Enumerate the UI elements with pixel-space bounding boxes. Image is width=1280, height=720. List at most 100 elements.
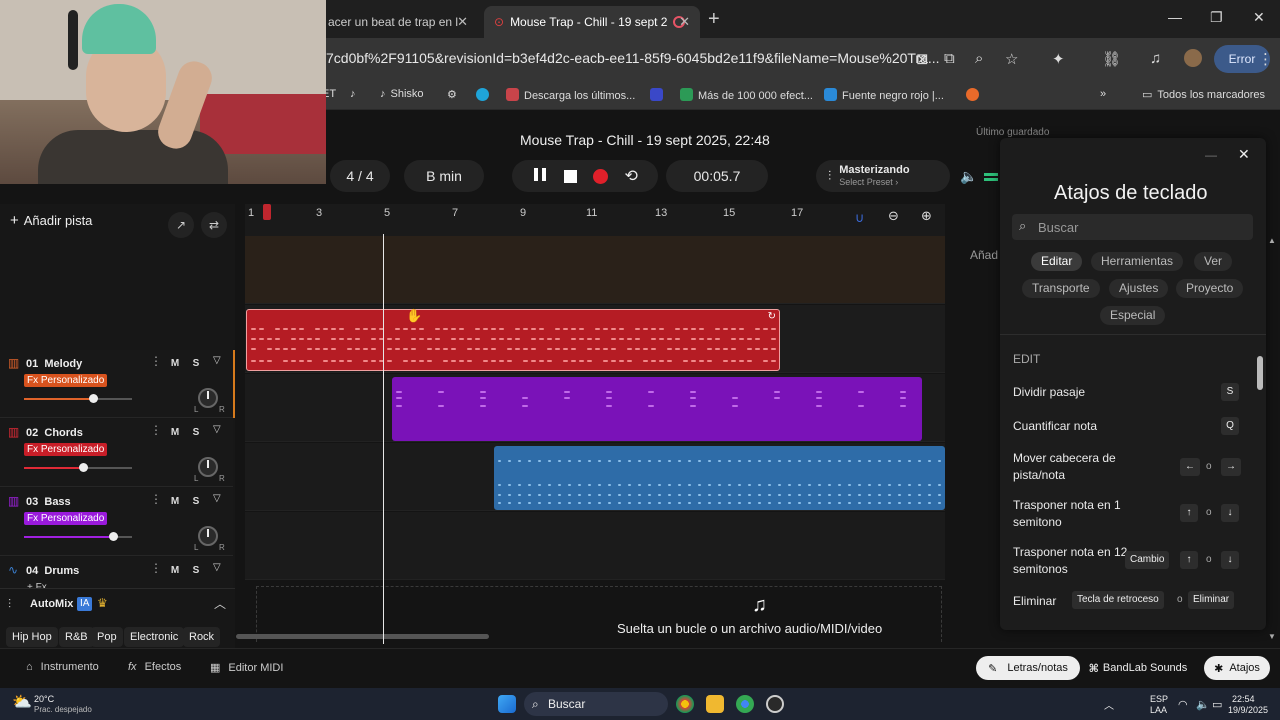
timeline-ruler[interactable]: 1 3 5 7 9 11 13 15 17 ∪ ⊖ ⊕: [245, 204, 945, 236]
shortcuts-search-input[interactable]: [1038, 218, 1238, 236]
url-text[interactable]: 7cd0bf%2F91105&revisionId=b3ef4d2c-eacb-…: [326, 50, 940, 66]
add-track-button[interactable]: + Añadir pista: [10, 212, 92, 229]
tab-editar[interactable]: Editar: [1031, 252, 1083, 271]
solo-button[interactable]: S: [188, 562, 204, 578]
track-name[interactable]: 02 Chords: [26, 427, 83, 439]
chrome-icon[interactable]: [676, 695, 694, 713]
profile-avatar[interactable]: [1184, 49, 1202, 67]
track-menu-icon[interactable]: ⋮: [150, 423, 162, 437]
scroll-down-icon[interactable]: ▼: [1268, 632, 1276, 641]
volume-icon[interactable]: 🔈: [960, 168, 977, 185]
track-name[interactable]: 03 Bass: [26, 496, 71, 508]
midi-editor-tab[interactable]: ▦ Editor MIDI: [210, 661, 283, 674]
solo-button[interactable]: S: [188, 355, 204, 371]
chords-midi-clip[interactable]: ↻: [246, 309, 780, 371]
file-explorer-icon[interactable]: [706, 695, 724, 713]
track-menu-icon[interactable]: ⋮: [150, 492, 162, 506]
browser-tab-mouse-trap[interactable]: ⊙ Mouse Trap - Chill - 19 sept 2 ✕: [484, 6, 700, 38]
mastering-button[interactable]: ⫶ Masterizando Select Preset ›: [816, 160, 950, 192]
lane-voice[interactable]: [245, 512, 945, 580]
tray-chevron-icon[interactable]: ︿: [1104, 697, 1114, 712]
snap-magnet-icon[interactable]: ∪: [855, 210, 865, 226]
automation-icon[interactable]: ↗: [168, 212, 194, 238]
tab-especial[interactable]: Especial: [1100, 306, 1166, 325]
lane-drums[interactable]: [245, 443, 945, 511]
browser-tab-trap-tutorial[interactable]: acer un beat de trap en l ✕: [318, 6, 478, 38]
scroll-up-icon[interactable]: ▲: [1268, 236, 1276, 245]
lane-melody[interactable]: [245, 236, 945, 304]
tab-close-icon[interactable]: ✕: [457, 14, 468, 30]
no-tracking-icon[interactable]: ⊠: [916, 50, 929, 68]
solo-button[interactable]: S: [188, 424, 204, 440]
wifi-icon[interactable]: ◠: [1178, 698, 1188, 711]
loop-icon[interactable]: ⟲: [624, 166, 637, 186]
track-name[interactable]: 01 Melody: [26, 358, 82, 370]
media-control-icon[interactable]: ♫: [1150, 50, 1161, 67]
taskbar-search[interactable]: ⌕ Buscar: [524, 692, 668, 716]
more-bookmarks-icon[interactable]: »: [1100, 88, 1106, 100]
new-tab-icon[interactable]: +: [708, 8, 720, 31]
lyrics-button[interactable]: ✎ Letras/notas: [976, 656, 1080, 680]
extensions-icon[interactable]: ✦: [1052, 50, 1065, 68]
chevron-down-icon[interactable]: ▽: [213, 493, 221, 504]
windows-start-icon[interactable]: [498, 695, 516, 713]
tab-herramientas[interactable]: Herramientas: [1091, 252, 1184, 271]
volume-slider[interactable]: [24, 532, 132, 541]
speaker-icon[interactable]: 🔈: [1196, 698, 1210, 711]
weather-icon[interactable]: ⛅: [12, 692, 32, 712]
keyboard-layout-label[interactable]: LAA: [1150, 705, 1167, 715]
bookmark-star-icon[interactable]: ☆: [1005, 50, 1018, 68]
tab-ver[interactable]: Ver: [1194, 252, 1233, 271]
record-icon[interactable]: [593, 168, 609, 184]
maximize-icon[interactable]: ❐: [1210, 9, 1223, 26]
more-menu-icon[interactable]: ⋮: [1258, 50, 1273, 68]
stop-icon[interactable]: [564, 169, 578, 183]
genre-electronic[interactable]: Electronic: [124, 627, 185, 647]
horizontal-scrollbar[interactable]: [236, 634, 489, 639]
bookmark-item[interactable]: ♪ Shisko: [380, 88, 424, 100]
track-header-chords[interactable]: ▥ 02 Chords Fx Personalizado ⋮ M S ▽ L R: [0, 419, 233, 487]
genre-rnb[interactable]: R&B: [59, 627, 94, 647]
mute-button[interactable]: M: [167, 493, 183, 509]
loop-clip-icon[interactable]: ↻: [768, 311, 776, 322]
shortcuts-scrollbar[interactable]: [1257, 356, 1263, 390]
bookmark-item[interactable]: Fuente negro rojo |...: [824, 88, 944, 102]
track-header-melody[interactable]: ▥ 01 Melody Fx Personalizado ⋮ M S ▽ L R: [0, 350, 235, 418]
canva-bookmark-icon[interactable]: [476, 88, 494, 102]
zoom-in-icon[interactable]: ⊕: [921, 208, 932, 224]
track-menu-icon[interactable]: ⋮: [150, 354, 162, 368]
bass-midi-clip[interactable]: [392, 377, 922, 441]
time-signature[interactable]: 4 / 4: [330, 160, 390, 192]
bookmark-item[interactable]: Descarga los últimos...: [506, 88, 635, 102]
language-label[interactable]: ESP: [1150, 694, 1168, 704]
close-window-icon[interactable]: ✕: [1253, 9, 1265, 26]
track-name[interactable]: 04 Drums: [26, 565, 79, 577]
track-menu-icon[interactable]: ⋮: [150, 561, 162, 575]
genre-pop[interactable]: Pop: [91, 627, 123, 647]
install-app-icon[interactable]: ⧉: [944, 50, 955, 67]
tiktok-bookmark-icon[interactable]: ♪: [350, 88, 356, 100]
chrome-active-icon[interactable]: [736, 695, 754, 713]
chevron-down-icon[interactable]: ▽: [213, 424, 221, 435]
pan-knob[interactable]: [198, 526, 218, 546]
genre-rock[interactable]: Rock: [183, 627, 221, 647]
close-panel-icon[interactable]: ✕: [1238, 146, 1250, 163]
chatgpt-bookmark-icon[interactable]: ⚙: [447, 88, 457, 101]
key-selector[interactable]: B min: [404, 160, 484, 192]
track-fx-badge[interactable]: Fx Personalizado: [24, 443, 108, 456]
mute-button[interactable]: M: [167, 424, 183, 440]
tab-transporte[interactable]: Transporte: [1022, 279, 1100, 298]
volume-slider[interactable]: [24, 394, 132, 403]
solo-button[interactable]: S: [188, 493, 204, 509]
instrument-tab[interactable]: ⌂ Instrumento: [26, 661, 99, 673]
app-icon[interactable]: [766, 695, 784, 713]
track-fx-badge[interactable]: Fx Personalizado: [24, 374, 108, 387]
chevron-down-icon[interactable]: ▽: [213, 355, 221, 366]
zoom-icon[interactable]: ⌕: [975, 50, 983, 67]
minimize-icon[interactable]: —: [1168, 9, 1182, 25]
track-header-bass[interactable]: ▥ 03 Bass Fx Personalizado ⋮ M S ▽ L R: [0, 488, 233, 556]
pan-knob[interactable]: [198, 457, 218, 477]
tab-close-icon[interactable]: ✕: [679, 14, 690, 30]
tab-proyecto[interactable]: Proyecto: [1176, 279, 1244, 298]
mute-button[interactable]: M: [167, 562, 183, 578]
